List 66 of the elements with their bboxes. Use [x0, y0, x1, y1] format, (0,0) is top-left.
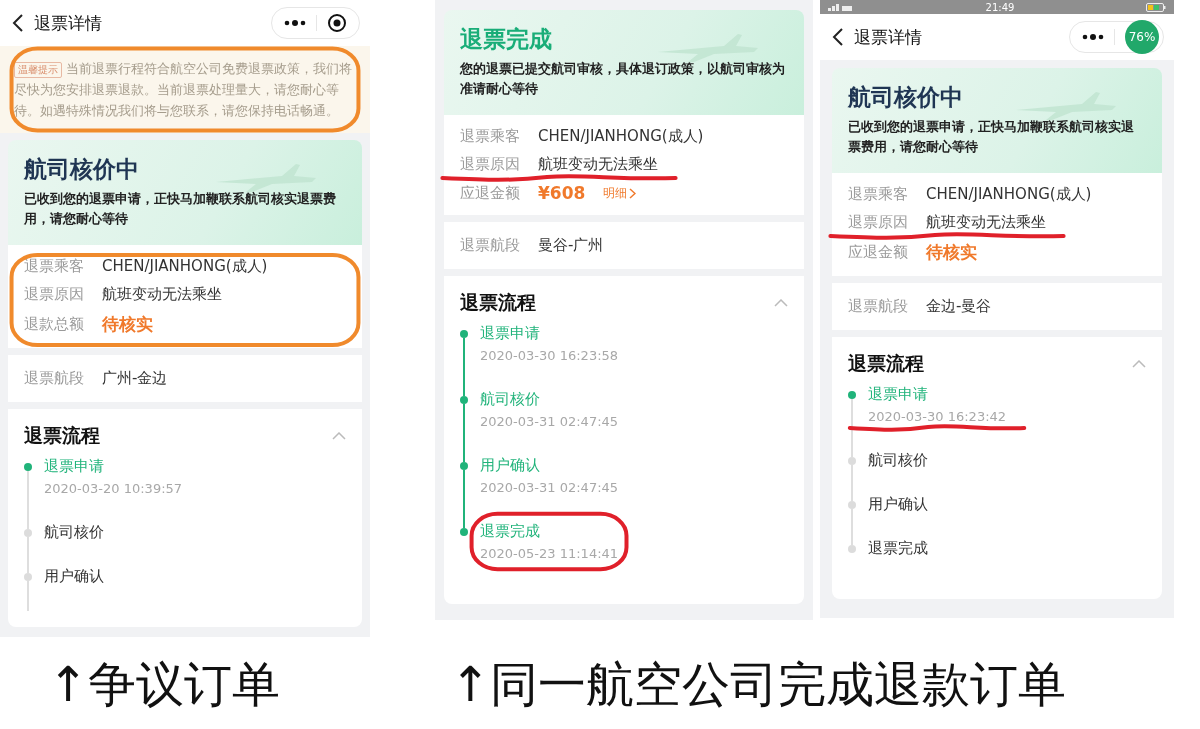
step-name: 退票申请 [480, 324, 541, 343]
page-title: 退票详情 [854, 25, 923, 49]
field-label: 退票原因 [24, 285, 84, 304]
back-icon[interactable] [832, 28, 844, 46]
field-label: 退款总额 [24, 315, 84, 334]
field-label: 退票乘客 [24, 257, 84, 276]
field-value: 广州-金边 [102, 369, 168, 388]
field-label: 退票航段 [848, 297, 908, 316]
detail-link[interactable]: 明细 [603, 184, 637, 202]
step-name: 航司核价 [868, 451, 928, 470]
page-title: 退票详情 [34, 11, 103, 35]
field-label: 应退金额 [460, 183, 520, 203]
field-value: CHEN/JIANHONG(成人) [538, 127, 704, 146]
status-title: 退票完成 [460, 25, 552, 54]
field-label: 退票航段 [460, 236, 520, 255]
back-icon[interactable] [12, 14, 24, 32]
field-label: 退票原因 [460, 155, 520, 174]
amount-value: 待核实 [926, 241, 977, 264]
signal-icon [828, 3, 854, 11]
field-value: CHEN/JIANHONG(成人) [926, 185, 1092, 204]
notice-text: 温馨提示 当前退票行程符合航空公司免费退票政策，我们将尽快为您安排退票退款。当前退票处理量大，请您耐心等待。如遇特殊情况我们将与您联系，请您保持电话畅通。 [0, 46, 370, 133]
step-name: 退票完成 [868, 539, 928, 558]
step-time: 2020-03-31 02:47:45 [480, 480, 619, 495]
step-name: 用户确认 [480, 456, 541, 475]
field-label: 退票乘客 [848, 185, 908, 204]
step-name: 退票申请 [868, 385, 929, 404]
status-time: 21:49 [985, 1, 1015, 13]
status-title: 航司核价中 [848, 83, 963, 112]
caption: ↑争议订单 [48, 654, 281, 714]
field-label: 退票原因 [848, 213, 908, 232]
amount-value: 待核实 [102, 313, 153, 336]
section-title: 退票流程 [848, 351, 924, 376]
section-title: 退票流程 [24, 423, 100, 448]
field-value: CHEN/JIANHONG(成人) [102, 257, 268, 276]
step-name: 用户确认 [44, 567, 104, 586]
step-time: 2020-03-20 10:39:57 [44, 481, 183, 496]
caption: ↑同一航空公司完成退款订单 [450, 654, 1067, 714]
section-title: 退票流程 [460, 290, 536, 315]
step-name: 航司核价 [480, 390, 541, 409]
battery-icon [1146, 2, 1166, 12]
more-icon[interactable] [1082, 34, 1104, 40]
chevron-right-icon [629, 187, 637, 199]
amount-value: ¥608 [538, 183, 586, 203]
status-title: 航司核价中 [24, 155, 139, 184]
notice-tag: 温馨提示 [14, 62, 62, 78]
step-time: 2020-05-23 11:14:41 [480, 546, 619, 561]
field-value: 航班变动无法乘坐 [538, 155, 658, 174]
field-label: 应退金额 [848, 243, 908, 262]
field-value: 航班变动无法乘坐 [102, 285, 222, 304]
step-time: 2020-03-30 16:23:42 [868, 409, 1007, 424]
field-value: 金边-曼谷 [926, 297, 992, 316]
status-description: 已收到您的退票申请，正快马加鞭联系航司核实退票费用，请您耐心等待 [848, 118, 1135, 156]
more-icon[interactable] [284, 20, 306, 26]
step-name: 退票完成 [480, 522, 541, 541]
field-value: 航班变动无法乘坐 [926, 213, 1046, 232]
step-time: 2020-03-31 02:47:45 [480, 414, 619, 429]
field-label: 退票乘客 [460, 127, 520, 146]
field-value: 曼谷-广州 [538, 236, 604, 255]
status-description: 已收到您的退票申请，正快马加鞭联系航司核实退票费用，请您耐心等待 [24, 190, 337, 228]
progress-badge: 76% [1125, 20, 1159, 54]
step-name: 退票申请 [44, 457, 105, 476]
status-description: 您的退票已提交航司审核，具体退订政策，以航司审核为准请耐心等待 [460, 60, 786, 98]
step-name: 航司核价 [44, 523, 104, 542]
field-label: 退票航段 [24, 369, 84, 388]
step-time: 2020-03-30 16:23:58 [480, 348, 619, 363]
step-name: 用户确认 [868, 495, 928, 514]
